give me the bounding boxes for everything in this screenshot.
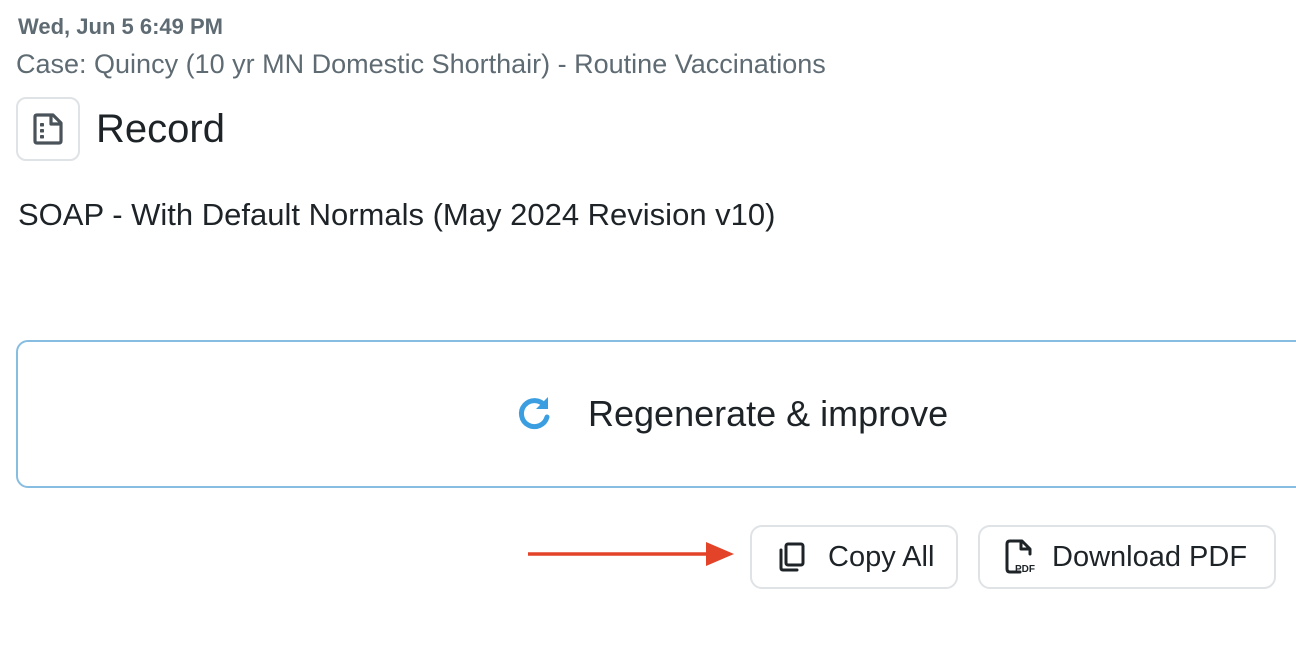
download-pdf-button[interactable]: PDF Download PDF [978,525,1276,589]
regenerate-label: Regenerate & improve [588,393,949,434]
download-pdf-label: Download PDF [1052,540,1248,573]
regenerate-button[interactable]: Regenerate & improve [16,340,1296,488]
refresh-icon [518,397,550,430]
document-icon [16,97,80,161]
regenerate-content: Regenerate & improve [512,392,948,436]
pdf-file-icon: PDF [1005,539,1035,575]
template-name: SOAP - With Default Normals (May 2024 Re… [18,197,776,232]
copy-all-label: Copy All [828,540,935,573]
svg-text:PDF: PDF [1015,564,1035,575]
record-page: Wed, Jun 5 6:49 PM Case: Quincy (10 yr M… [0,0,1296,664]
record-title: Record [96,106,225,151]
red-arrow-pointer [528,542,734,566]
record-timestamp: Wed, Jun 5 6:49 PM [18,14,223,39]
copy-icon [779,542,805,572]
record-header: Record [16,97,225,161]
copy-all-button[interactable]: Copy All [750,525,958,589]
case-title: Case: Quincy (10 yr MN Domestic Shorthai… [16,49,826,79]
